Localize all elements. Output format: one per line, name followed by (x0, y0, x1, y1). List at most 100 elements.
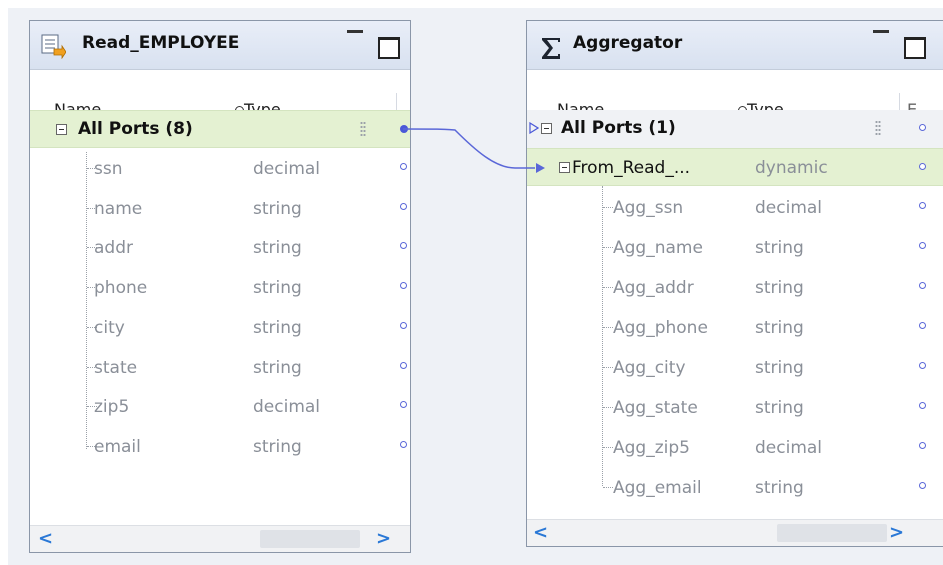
tree-branch (603, 287, 613, 288)
port-name: zip5 (94, 397, 130, 418)
horizontal-scrollbar[interactable]: < > (527, 519, 943, 546)
port-name: ssn (94, 159, 123, 179)
dynamic-port-type: dynamic (755, 158, 828, 178)
aggregator-transformation[interactable]: Aggregator Name Type E All Ports (1) Fro… (526, 20, 943, 547)
port-name: addr (94, 238, 133, 259)
port-row[interactable]: Agg_city string (527, 348, 943, 386)
port-type: string (253, 278, 302, 299)
port-type: decimal (755, 438, 823, 458)
minimize-button[interactable] (873, 30, 889, 36)
port-connector-icon[interactable] (400, 401, 407, 409)
port-row[interactable]: Agg_phone string (527, 308, 943, 346)
port-type: decimal (755, 198, 823, 218)
port-connector-icon[interactable] (919, 402, 926, 409)
all-ports-group-row[interactable]: All Ports (1) (527, 110, 943, 149)
input-arrow-icon (529, 122, 539, 134)
port-name: state (94, 357, 138, 378)
tree-branch (603, 447, 613, 448)
maximize-button[interactable] (904, 37, 926, 59)
port-type: string (755, 358, 804, 378)
port-connector-icon[interactable] (400, 440, 407, 448)
port-connector-icon[interactable] (919, 482, 926, 489)
port-type: string (253, 238, 302, 259)
port-connector-icon[interactable] (919, 242, 926, 249)
port-connector-icon[interactable] (400, 282, 407, 290)
scroll-thumb[interactable] (777, 524, 887, 542)
port-connector-icon[interactable] (919, 282, 926, 289)
port-row[interactable]: zip5 decimal (30, 387, 410, 425)
read-employee-transformation[interactable]: Read_EMPLOYEE Name Type All Ports (8) ss… (29, 20, 411, 553)
port-connector-icon[interactable] (919, 442, 926, 449)
port-connector-icon[interactable] (400, 242, 407, 250)
port-connector-icon[interactable] (400, 361, 407, 369)
sigma-icon (542, 38, 560, 59)
maximize-button[interactable] (378, 37, 400, 59)
all-ports-label: All Ports (8) (78, 119, 193, 139)
port-type: string (755, 238, 804, 258)
collapse-icon[interactable] (541, 123, 552, 134)
collapse-icon[interactable] (56, 124, 67, 135)
port-name: Agg_email (613, 478, 702, 498)
port-name: name (94, 198, 143, 219)
port-row[interactable]: email string (30, 427, 410, 465)
port-row[interactable]: Agg_name string (527, 228, 943, 266)
group-output-port[interactable] (919, 124, 926, 131)
port-type: string (253, 317, 302, 338)
port-name: Agg_phone (613, 318, 708, 338)
port-type: decimal (253, 397, 321, 418)
dynamic-output-port[interactable] (919, 163, 926, 170)
port-row[interactable]: addr string (30, 228, 410, 266)
drag-grip-icon[interactable] (360, 121, 366, 137)
tree-branch (603, 367, 613, 368)
tree-branch (603, 487, 613, 488)
aggregator-title: Aggregator (573, 33, 683, 53)
port-name: Agg_state (613, 398, 698, 418)
scroll-right-icon[interactable]: > (889, 522, 904, 543)
port-row[interactable]: name string (30, 189, 410, 227)
port-name: phone (94, 278, 148, 299)
port-row[interactable]: Agg_state string (527, 388, 943, 426)
port-name: city (94, 317, 125, 338)
port-connector-icon[interactable] (400, 321, 407, 329)
port-row[interactable]: state string (30, 348, 410, 386)
read-employee-title: Read_EMPLOYEE (82, 33, 240, 53)
all-ports-group-row[interactable]: All Ports (8) (30, 110, 410, 148)
port-type: decimal (253, 159, 321, 179)
dynamic-port-row[interactable]: From_Read_... dynamic (527, 148, 943, 186)
scroll-left-icon[interactable]: < (533, 522, 548, 543)
tree-branch (603, 207, 613, 208)
aggregator-titlebar[interactable]: Aggregator (527, 21, 943, 70)
all-ports-label: All Ports (1) (561, 118, 676, 138)
port-row[interactable]: ssn decimal (30, 149, 410, 187)
port-connector-icon[interactable] (919, 362, 926, 369)
dynamic-port-name: From_Read_... (572, 158, 691, 178)
port-type: string (253, 357, 302, 378)
port-connector-icon[interactable] (400, 202, 407, 210)
minimize-button[interactable] (347, 30, 363, 36)
port-row[interactable]: Agg_zip5 decimal (527, 428, 943, 466)
port-type: string (253, 436, 302, 457)
group-output-port[interactable] (400, 125, 408, 133)
mapping-canvas[interactable]: Read_EMPLOYEE Name Type All Ports (8) ss… (0, 0, 943, 565)
tree-branch (603, 327, 613, 328)
port-connector-icon[interactable] (919, 202, 926, 209)
port-type: string (755, 318, 804, 338)
port-name: Agg_city (613, 358, 686, 378)
collapse-icon[interactable] (559, 162, 570, 173)
drag-grip-icon[interactable] (875, 120, 881, 136)
port-connector-icon[interactable] (919, 322, 926, 329)
port-row[interactable]: Agg_ssn decimal (527, 188, 943, 226)
scroll-thumb[interactable] (260, 530, 360, 548)
port-row[interactable]: city string (30, 308, 410, 346)
port-row[interactable]: Agg_addr string (527, 268, 943, 306)
port-name: Agg_name (613, 238, 703, 258)
port-type: string (755, 398, 804, 418)
read-employee-titlebar[interactable]: Read_EMPLOYEE (30, 21, 410, 70)
scroll-left-icon[interactable]: < (38, 528, 53, 549)
port-row[interactable]: Agg_email string (527, 468, 943, 506)
horizontal-scrollbar[interactable]: < > (30, 525, 410, 552)
port-name: Agg_addr (613, 278, 694, 298)
port-row[interactable]: phone string (30, 268, 410, 306)
scroll-right-icon[interactable]: > (376, 528, 391, 549)
port-connector-icon[interactable] (400, 163, 407, 170)
